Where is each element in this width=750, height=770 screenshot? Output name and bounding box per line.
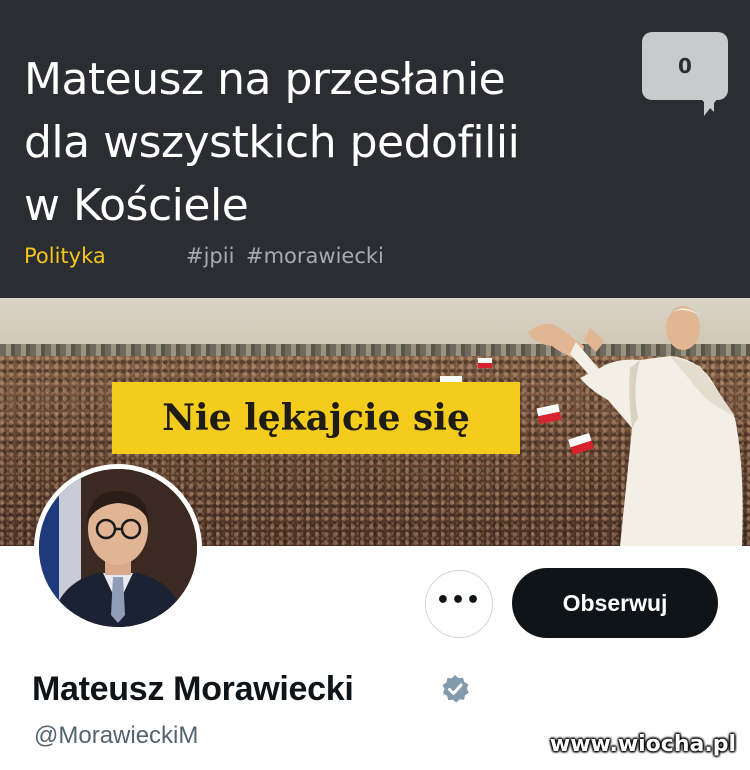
profile-display-name: Mateusz Morawiecki <box>32 670 354 708</box>
banner-slogan-sign: Nie lękajcie się <box>112 382 520 454</box>
avatar-photo <box>39 469 197 627</box>
tag-link-jpii[interactable]: #jpii <box>186 244 234 268</box>
avatar-portrait-image <box>39 469 197 627</box>
flag-icon <box>478 358 492 368</box>
comment-count-badge[interactable]: 0 <box>642 32 728 116</box>
comment-count: 0 <box>678 54 692 78</box>
profile-avatar[interactable] <box>34 464 202 632</box>
profile-handle: @MorawieckiM <box>34 722 199 749</box>
site-watermark: www.wiocha.pl <box>549 732 736 757</box>
verified-badge-icon <box>442 675 469 703</box>
follow-button-label: Obserwuj <box>562 590 668 616</box>
article-title[interactable]: Mateusz na przesłanie dla wszystkich ped… <box>24 48 624 237</box>
article-header: Mateusz na przesłanie dla wszystkich ped… <box>0 0 750 298</box>
banner-slogan-text: Nie lękajcie się <box>162 397 470 439</box>
more-icon: ••• <box>435 588 482 613</box>
more-options-button[interactable]: ••• <box>425 570 493 638</box>
tag-link-morawiecki[interactable]: #morawiecki <box>246 244 384 268</box>
follow-button[interactable]: Obserwuj <box>512 568 718 638</box>
category-link[interactable]: Polityka <box>24 244 106 268</box>
pope-figure <box>528 306 743 546</box>
